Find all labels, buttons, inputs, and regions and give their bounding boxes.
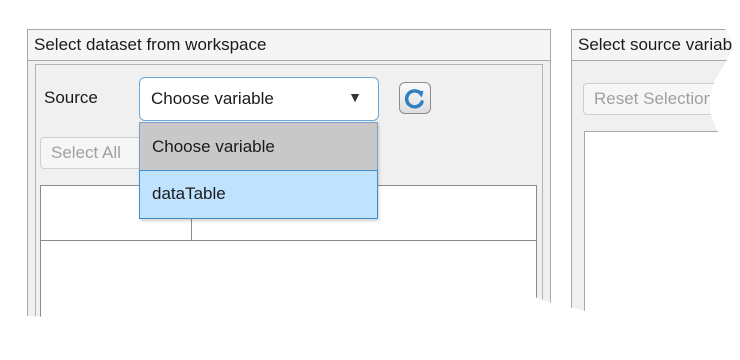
select-all-label: Select All <box>51 143 121 162</box>
dataset-panel-title: Select dataset from workspace <box>28 30 550 61</box>
menu-item-choose-variable[interactable]: Choose variable <box>140 123 377 171</box>
dropdown-arrow-icon: ▼ <box>348 89 362 105</box>
source-variables-list[interactable] <box>584 131 733 344</box>
menu-item-label: Choose variable <box>152 137 275 156</box>
source-dropdown[interactable]: Choose variable ▼ <box>139 77 379 121</box>
refresh-icon <box>404 89 424 109</box>
menu-item-label: dataTable <box>152 184 226 203</box>
source-variables-panel-title: Select source variables <box>572 30 733 61</box>
source-dropdown-menu: Choose variable dataTable <box>139 122 378 219</box>
reset-selection-label: Reset Selection <box>594 89 714 108</box>
refresh-button[interactable] <box>399 82 431 114</box>
reset-selection-button[interactable]: Reset Selection <box>583 83 733 115</box>
select-all-button[interactable]: Select All <box>40 137 144 169</box>
menu-item-datatable[interactable]: dataTable <box>139 170 378 219</box>
source-dropdown-value: Choose variable <box>151 89 274 108</box>
app-window: Select dataset from workspace Source Sel… <box>0 0 733 344</box>
source-label: Source <box>44 88 98 107</box>
